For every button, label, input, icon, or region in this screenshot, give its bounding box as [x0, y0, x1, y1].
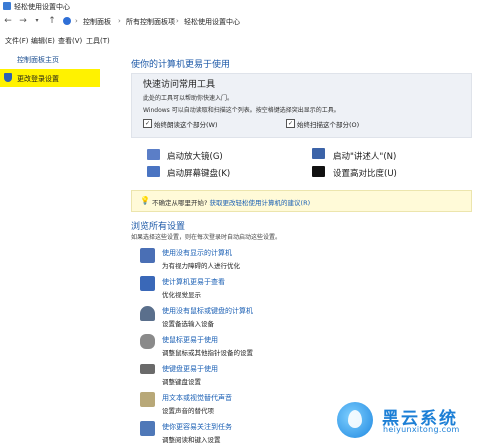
quick-access-title: 快速访问常用工具	[143, 80, 216, 90]
suggestion-bar: 💡 不确定从哪里开始? 获取更改轻松使用计算机的建议(R)	[131, 190, 472, 212]
sidebar-item-change-signin[interactable]: 更改登录设置	[0, 69, 100, 87]
browse-settings-heading: 浏览所有设置	[131, 222, 186, 232]
suggestion-text: 不确定从哪里开始? 获取更改轻松使用计算机的建议(R)	[152, 197, 310, 207]
breadcrumb-control-panel[interactable]: 控制面板	[83, 17, 111, 27]
start-onscreen-keyboard-link[interactable]: 启动屏幕键盘(K)	[167, 167, 230, 179]
scan-section-checkbox[interactable]: ✓	[286, 119, 295, 128]
quick-access-text: 此处的工具可以帮助你快速入门。	[143, 95, 234, 102]
start-narrator-link[interactable]: 启动"讲述人"(N)	[333, 150, 396, 162]
breadcrumb-ease-of-access[interactable]: 轻松使用设置中心	[184, 17, 240, 27]
window-title: 轻松使用设置中心	[14, 3, 70, 11]
user-icon	[140, 306, 155, 321]
watermark-url: heiyunxitong.com	[383, 425, 460, 434]
setting-mouse-desc: 调整鼠标或其他指针设备的设置	[162, 349, 253, 357]
setting-no-mouse-keyboard-desc: 设置备选输入设备	[162, 320, 214, 328]
setting-easier-to-see-desc: 优化视觉显示	[162, 291, 201, 299]
keyboard-icon	[140, 364, 155, 374]
history-dropdown-icon[interactable]: ▾	[32, 16, 42, 26]
setting-sound-alternatives-link[interactable]: 用文本或视觉替代声音	[162, 393, 232, 403]
sidebar-item-label: 更改登录设置	[17, 75, 59, 83]
cloud-drop-icon	[348, 410, 362, 428]
control-panel-icon	[3, 2, 11, 10]
watermark-logo	[337, 402, 373, 438]
start-magnifier-link[interactable]: 启动放大镜(G)	[167, 150, 223, 162]
breadcrumb-separator: ›	[176, 17, 179, 25]
sidebar-item-home[interactable]: 控制面板主页	[17, 55, 59, 65]
lightbulb-icon: 💡	[140, 196, 150, 205]
breadcrumb-separator: ›	[118, 17, 121, 25]
setting-no-display-link[interactable]: 使用没有显示的计算机	[162, 248, 232, 258]
setting-mouse-link[interactable]: 使鼠标更易于使用	[162, 335, 218, 345]
browse-settings-subtext: 如果选择这些设置，则在每次登录时自动启动这些设置。	[131, 234, 282, 241]
setting-keyboard-desc: 调整键盘设置	[162, 378, 201, 386]
setting-no-display-desc: 为有视力障碍的人进行优化	[162, 262, 240, 270]
back-arrow-icon[interactable]: ←	[3, 16, 13, 26]
forward-arrow-icon[interactable]: →	[18, 16, 28, 26]
menu-view[interactable]: 查看(V)	[58, 36, 82, 46]
menu-file[interactable]: 文件(F)	[5, 36, 29, 46]
monitor-icon	[140, 248, 155, 263]
suggestion-prefix: 不确定从哪里开始?	[152, 199, 210, 207]
narrator-icon	[312, 148, 325, 159]
contrast-icon	[312, 166, 325, 177]
setting-focus-link[interactable]: 使你更容易关注到任务	[162, 422, 232, 432]
shield-icon	[4, 73, 12, 82]
get-recommendations-link[interactable]: 获取更改轻松使用计算机的建议(R)	[210, 199, 311, 207]
read-section-label: 始终朗读这个部分(W)	[154, 121, 218, 129]
speaker-icon	[140, 392, 155, 407]
scan-section-label: 始终扫描这个部分(O)	[297, 121, 360, 129]
setting-easier-to-see-link[interactable]: 使计算机更易于查看	[162, 277, 225, 287]
breadcrumb-separator: ›	[75, 17, 78, 25]
mouse-icon	[140, 334, 155, 349]
focus-icon	[140, 421, 155, 436]
read-section-checkbox[interactable]: ✓	[143, 119, 152, 128]
set-high-contrast-link[interactable]: 设置高对比度(U)	[333, 167, 397, 179]
setting-keyboard-link[interactable]: 使键盘更易于使用	[162, 364, 218, 374]
breadcrumb-all-items[interactable]: 所有控制面板项	[126, 17, 175, 27]
menu-edit[interactable]: 编辑(E)	[31, 36, 55, 46]
up-arrow-icon[interactable]: ↑	[47, 16, 57, 26]
setting-focus-desc: 调整阅读和键入设置	[162, 436, 221, 444]
magnifier-icon	[147, 149, 160, 160]
keyboard-icon	[147, 166, 160, 177]
display-icon	[140, 276, 155, 291]
quick-access-instructions: Windows 可以自动读取和扫描这个列表。按空格键选择突出显示的工具。	[143, 107, 340, 114]
control-panel-crumb-icon	[63, 17, 71, 25]
setting-no-mouse-keyboard-link[interactable]: 使用没有鼠标或键盘的计算机	[162, 306, 253, 316]
sidebar	[0, 46, 118, 448]
title-bar: 轻松使用设置中心	[0, 0, 500, 13]
page-title: 使你的计算机更易于使用	[131, 60, 231, 70]
setting-sound-alternatives-desc: 设置声音的替代项	[162, 407, 214, 415]
menu-tools[interactable]: 工具(T)	[86, 36, 110, 46]
